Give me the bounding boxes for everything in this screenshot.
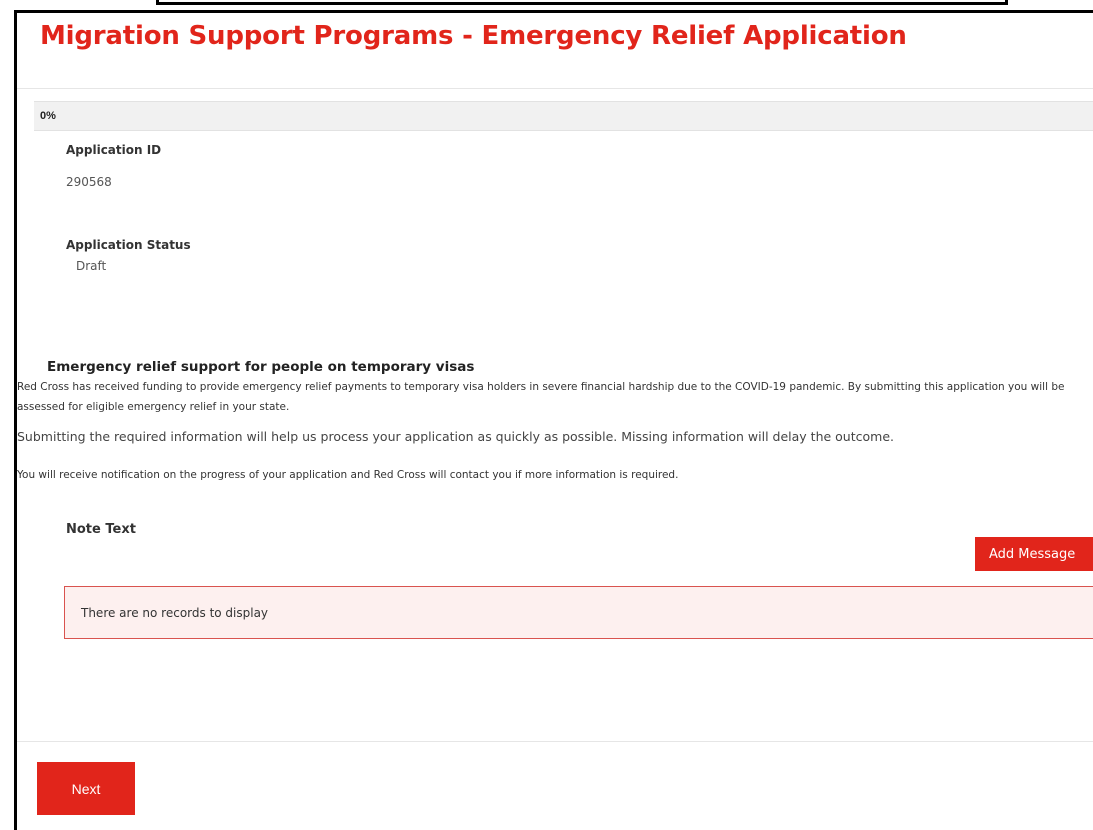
page-title: Migration Support Programs - Emergency R…: [40, 21, 907, 51]
application-form: Migration Support Programs - Emergency R…: [14, 10, 1093, 830]
progress-label: 0%: [40, 110, 56, 122]
notification-paragraph: You will receive notification on the pro…: [17, 469, 679, 481]
next-button[interactable]: Next: [37, 762, 135, 815]
notes-empty-state: There are no records to display: [64, 586, 1093, 639]
note-text-label: Note Text: [66, 522, 136, 537]
intro-paragraph: Red Cross has received funding to provid…: [17, 381, 1065, 413]
application-id-label: Application ID: [66, 143, 162, 157]
section-heading: Emergency relief support for people on t…: [47, 359, 475, 375]
add-message-button[interactable]: Add Message: [975, 537, 1093, 571]
application-status-value: Draft: [76, 259, 107, 273]
application-id-value: 290568: [66, 175, 112, 189]
application-status-label: Application Status: [66, 238, 191, 252]
progress-bar: 0%: [34, 101, 1093, 131]
empty-records-message: There are no records to display: [81, 606, 269, 620]
top-window-strip: [156, 0, 1008, 5]
title-divider: [17, 88, 1093, 89]
footer-divider: [17, 741, 1093, 742]
info-paragraph: Submitting the required information will…: [17, 429, 894, 444]
